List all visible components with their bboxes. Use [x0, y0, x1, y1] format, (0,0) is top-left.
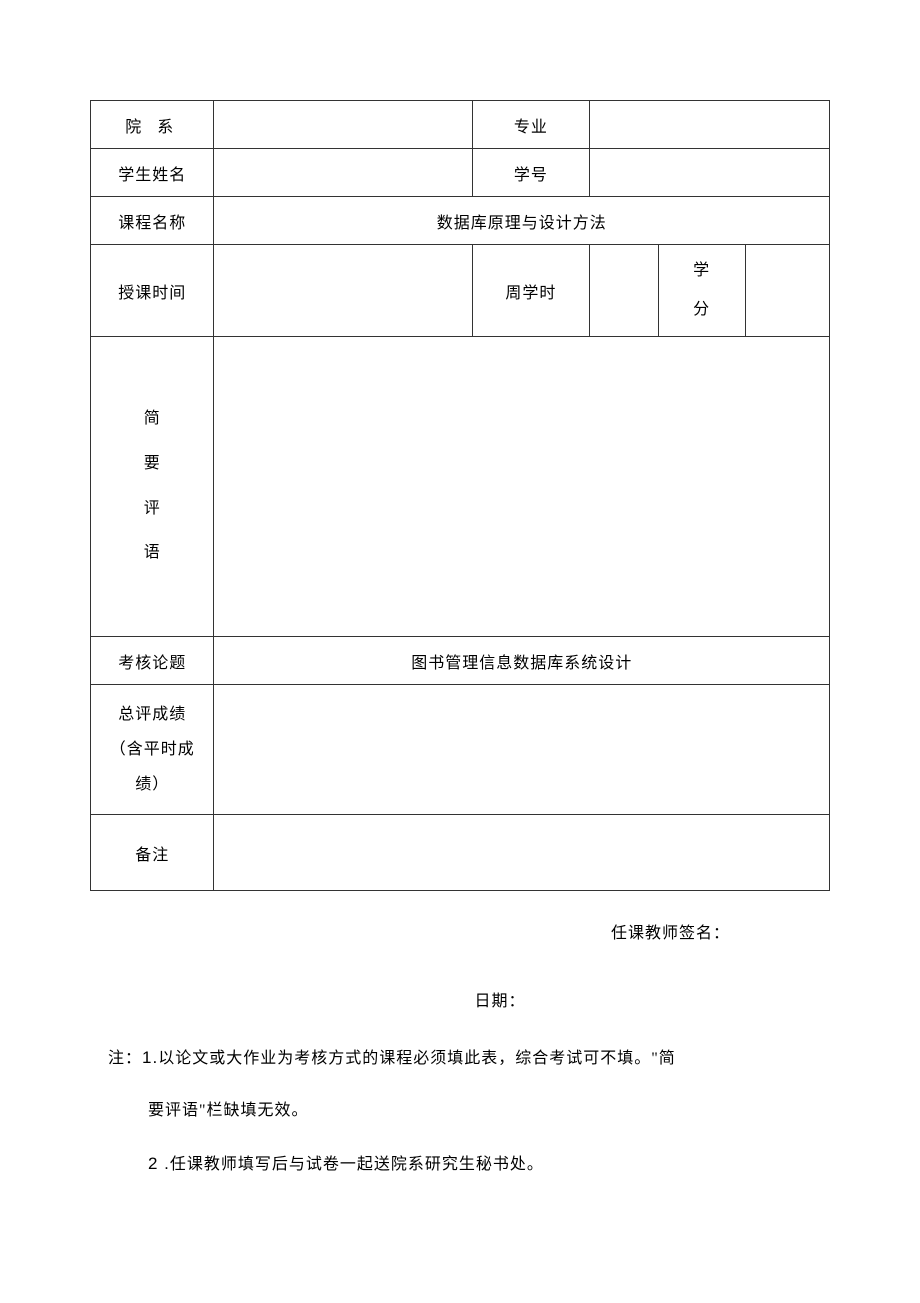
label-credit: 学 分: [658, 245, 745, 337]
row-exam-topic: 考核论题 图书管理信息数据库系统设计: [91, 637, 830, 685]
date-label: 日期：: [90, 987, 830, 1011]
note-2: 2 .任课教师填写后与试卷一起送院系研究生秘书处。: [148, 1147, 790, 1181]
label-major: 专业: [473, 101, 590, 149]
row-teaching-time: 授课时间 周学时 学 分: [91, 245, 830, 337]
label-course-name: 课程名称: [91, 197, 214, 245]
label-brief-comment: 简 要 评 语: [91, 337, 214, 637]
value-teaching-time: [214, 245, 473, 337]
label-teaching-time: 授课时间: [91, 245, 214, 337]
value-exam-topic: 图书管理信息数据库系统设计: [214, 637, 830, 685]
value-major: [589, 101, 829, 149]
value-weekly-hours: [589, 245, 658, 337]
label-total-grade: 总评成绩 （含平时成 绩）: [91, 685, 214, 815]
row-remarks: 备注: [91, 815, 830, 891]
value-student-name: [214, 149, 473, 197]
value-brief-comment: [214, 337, 830, 637]
value-department: [214, 101, 473, 149]
label-student-name: 学生姓名: [91, 149, 214, 197]
value-remarks: [214, 815, 830, 891]
label-weekly-hours: 周学时: [473, 245, 590, 337]
teacher-signature-label: 任课教师签名：: [90, 919, 830, 943]
evaluation-form-table: 院 系 专业 学生姓名 学号 课程名称 数据库原理与设计方法 授课时间 周学时 …: [90, 100, 830, 891]
label-remarks: 备注: [91, 815, 214, 891]
label-department: 院 系: [91, 101, 214, 149]
value-credit: [745, 245, 829, 337]
value-student-id: [589, 149, 829, 197]
label-student-id: 学号: [473, 149, 590, 197]
notes-section: 注：1.以论文或大作业为考核方式的课程必须填此表，综合考试可不填。"简 要评语"…: [90, 1041, 830, 1181]
row-department: 院 系 专业: [91, 101, 830, 149]
row-total-grade: 总评成绩 （含平时成 绩）: [91, 685, 830, 815]
row-brief-comment: 简 要 评 语: [91, 337, 830, 637]
row-student: 学生姓名 学号: [91, 149, 830, 197]
value-total-grade: [214, 685, 830, 815]
note-1-line-2: 要评语"栏缺填无效。: [148, 1095, 790, 1127]
row-course: 课程名称 数据库原理与设计方法: [91, 197, 830, 245]
label-exam-topic: 考核论题: [91, 637, 214, 685]
value-course-name: 数据库原理与设计方法: [214, 197, 830, 245]
note-1-line-1: 注：1.以论文或大作业为考核方式的课程必须填此表，综合考试可不填。"简: [108, 1041, 790, 1075]
